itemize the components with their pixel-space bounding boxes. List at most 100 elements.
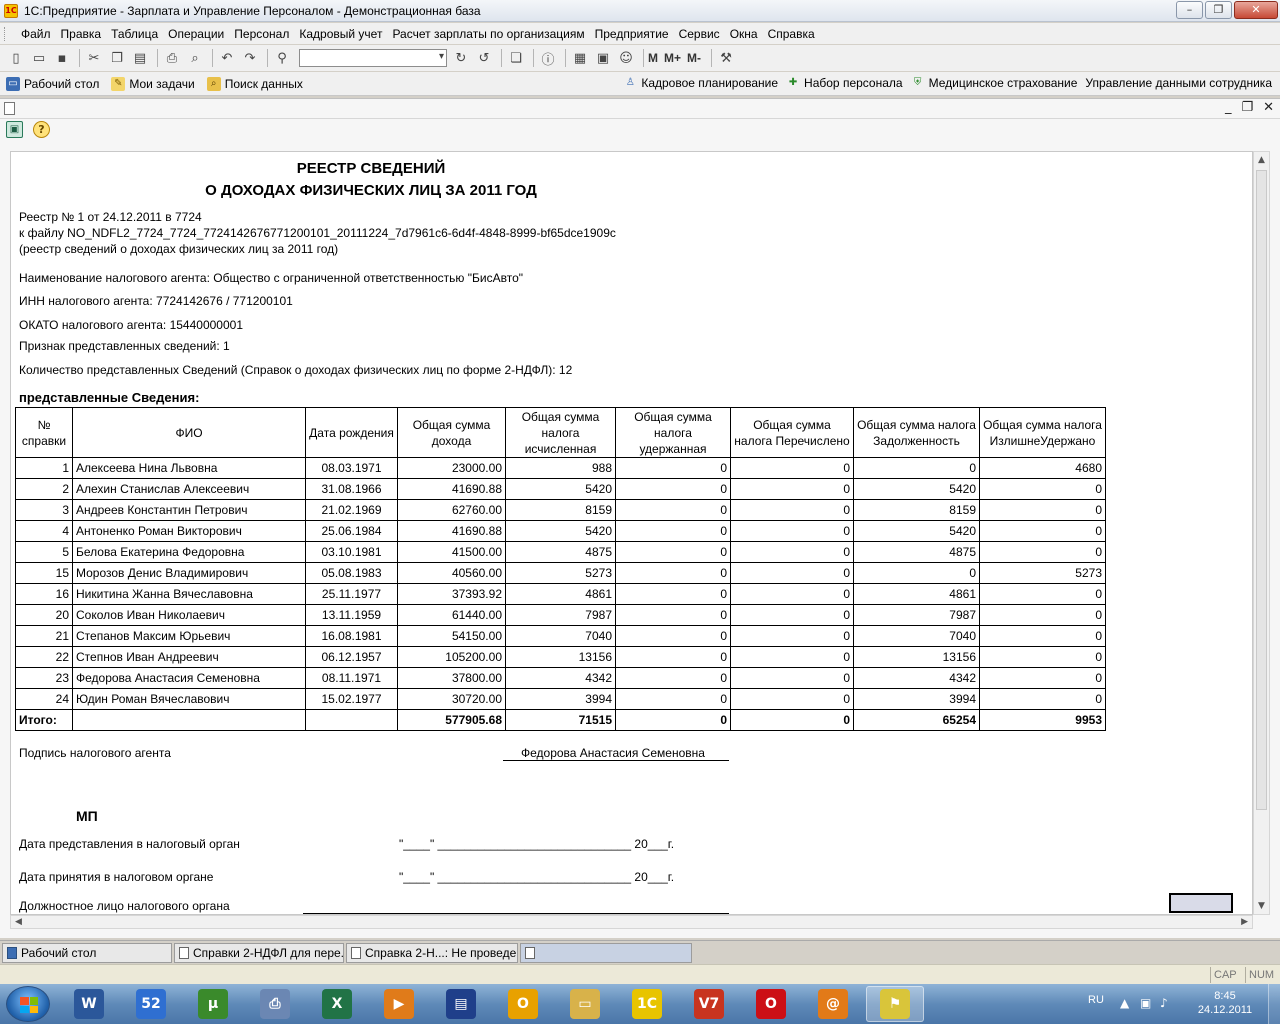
doc-close-button[interactable]: ✕: [1263, 100, 1274, 115]
scroll-up-icon[interactable]: ▲: [1254, 152, 1269, 168]
vertical-scrollbar[interactable]: ▲ ▼: [1253, 151, 1270, 915]
clock[interactable]: 8:45 24.12.2011: [1195, 989, 1255, 1017]
selected-cell[interactable]: [1169, 893, 1233, 913]
taskbar-app[interactable]: µ: [184, 986, 242, 1022]
minimize-button[interactable]: –: [1176, 1, 1203, 19]
menu-enterprise[interactable]: Предприятие: [590, 27, 674, 41]
my-tasks-button[interactable]: ✎ Мои задачи: [111, 76, 195, 91]
memory-subtract-button[interactable]: M-: [687, 51, 701, 65]
close-button[interactable]: ✕: [1234, 1, 1278, 19]
table-cell: 0: [730, 520, 854, 542]
memory-button[interactable]: M: [648, 51, 658, 65]
desktop-panel-button[interactable]: ▭ Рабочий стол: [6, 76, 99, 91]
medical-button[interactable]: ⛨ Медицинское страхование: [911, 76, 1078, 90]
tray-expand-icon[interactable]: ▲: [1120, 996, 1129, 1010]
show-desktop-button[interactable]: [1268, 984, 1280, 1024]
taskbar-app[interactable]: ▶: [370, 986, 428, 1022]
windows-icon[interactable]: ❏: [506, 48, 526, 68]
taskbar-app[interactable]: ⎙: [246, 986, 304, 1022]
window-tab-desktop[interactable]: Рабочий стол: [2, 943, 172, 963]
taskbar-app[interactable]: V7: [680, 986, 738, 1022]
window-tab-ndfl-doc[interactable]: Справка 2-Н...: Не проведен: [346, 943, 518, 963]
menu-service[interactable]: Сервис: [674, 27, 725, 41]
print-icon[interactable]: ⎙: [162, 48, 182, 68]
table-cell: 4: [15, 520, 73, 542]
maximize-button[interactable]: ❐: [1205, 1, 1232, 19]
start-button[interactable]: [6, 986, 50, 1022]
taskbar-app[interactable]: W: [60, 986, 118, 1022]
calendar-icon[interactable]: ▣: [593, 48, 613, 68]
menu-personnel[interactable]: Персонал: [229, 27, 294, 41]
calculator-icon[interactable]: ▦: [570, 48, 590, 68]
planning-button[interactable]: ♙ Кадровое планирование: [623, 76, 778, 90]
menu-edit[interactable]: Правка: [56, 27, 107, 41]
open-folder-icon[interactable]: ▭: [29, 48, 49, 68]
window-tab-label: Справки 2-НДФЛ для пере...: [193, 946, 344, 960]
document-tab-icon: [351, 947, 361, 959]
search-combo[interactable]: [299, 49, 447, 67]
menu-payroll[interactable]: Расчет зарплаты по организациям: [387, 27, 589, 41]
paste-icon[interactable]: ▤: [130, 48, 150, 68]
menu-file[interactable]: Файл: [16, 27, 56, 41]
taskbar-app[interactable]: O: [494, 986, 552, 1022]
table-cell: 0: [615, 562, 731, 584]
word-icon: W: [74, 989, 104, 1019]
menu-windows[interactable]: Окна: [725, 27, 763, 41]
date-accept-label: Дата принятия в налоговом органе: [19, 870, 214, 884]
window-tab-ndfl-list[interactable]: Справки 2-НДФЛ для пере...: [174, 943, 344, 963]
copy-icon[interactable]: ❐: [107, 48, 127, 68]
taskbar-app[interactable]: @: [804, 986, 862, 1022]
media-player-icon: ▶: [384, 989, 414, 1019]
table-cell: 4861: [505, 583, 616, 605]
find-icon[interactable]: ⚲: [272, 48, 292, 68]
taskbar-app[interactable]: X: [308, 986, 366, 1022]
scroll-left-icon[interactable]: ◀: [15, 916, 22, 928]
undo-icon[interactable]: ↶: [217, 48, 237, 68]
cut-icon[interactable]: ✂: [84, 48, 104, 68]
new-document-icon[interactable]: ▯: [6, 48, 26, 68]
table-cell: 0: [979, 583, 1106, 605]
volume-icon[interactable]: ♪: [1160, 996, 1168, 1010]
scroll-down-icon[interactable]: ▼: [1254, 898, 1269, 914]
window-tab-registry[interactable]: [520, 943, 692, 963]
language-indicator[interactable]: RU: [1088, 994, 1104, 1006]
find-prev-icon[interactable]: ↺: [474, 48, 494, 68]
table-cell: Федорова Анастасия Семеновна: [72, 667, 306, 689]
recruit-button[interactable]: ✚ Набор персонала: [786, 76, 903, 90]
scroll-right-icon[interactable]: ▶: [1241, 916, 1248, 928]
horizontal-scrollbar[interactable]: ◀ ▶: [10, 915, 1253, 929]
tools-icon[interactable]: ⚒: [716, 48, 736, 68]
menu-table[interactable]: Таблица: [106, 27, 163, 41]
menu-operations[interactable]: Операции: [163, 27, 229, 41]
taskbar-app[interactable]: 52: [122, 986, 180, 1022]
taskbar-app[interactable]: ▭: [556, 986, 614, 1022]
info-icon[interactable]: ⓘ: [538, 48, 558, 68]
network-icon[interactable]: ▣: [1140, 996, 1151, 1010]
menu-help[interactable]: Справка: [763, 27, 820, 41]
save-icon[interactable]: ▪: [52, 48, 72, 68]
memory-add-button[interactable]: M+: [664, 51, 681, 65]
help-icon[interactable]: ?: [33, 121, 50, 138]
employee-data-button[interactable]: Управление данными сотрудника: [1085, 76, 1272, 90]
1c-app-icon: 1С: [4, 3, 18, 18]
print-preview-icon[interactable]: ⌕: [185, 48, 205, 68]
scroll-thumb[interactable]: [1256, 170, 1267, 810]
windows-taskbar: W 52 µ ⎙ X ▶ ▤ O ▭ 1С V7 O @ ⚑ RU ▲ ▣ ♪ 8:45 24.12.20…: [0, 984, 1280, 1024]
employee-data-label: Управление данными сотрудника: [1085, 76, 1272, 90]
windows-logo-icon: [20, 997, 38, 1013]
document-tab-icon: [525, 947, 535, 959]
taskbar-app[interactable]: 1С: [618, 986, 676, 1022]
table-cell: 1: [15, 457, 73, 479]
doc-minimize-button[interactable]: _: [1225, 100, 1232, 115]
users-icon[interactable]: ☺: [616, 48, 636, 68]
menu-hr[interactable]: Кадровый учет: [294, 27, 387, 41]
search-data-button[interactable]: ⌕ Поиск данных: [206, 76, 303, 91]
doc-restore-button[interactable]: ❐: [1241, 100, 1253, 115]
table-cell: 0: [615, 541, 731, 563]
save-copy-icon[interactable]: ▣: [6, 121, 23, 138]
redo-icon[interactable]: ↷: [240, 48, 260, 68]
taskbar-app[interactable]: ⚑: [866, 986, 924, 1022]
taskbar-app[interactable]: ▤: [432, 986, 490, 1022]
taskbar-app[interactable]: O: [742, 986, 800, 1022]
find-next-icon[interactable]: ↻: [451, 48, 471, 68]
